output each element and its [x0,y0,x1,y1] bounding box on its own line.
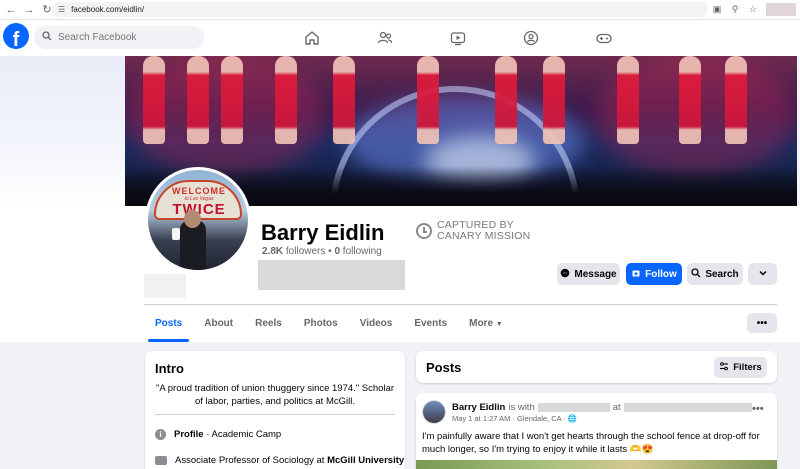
header-divider [144,304,777,305]
tab-events[interactable]: Events [403,312,458,342]
tab-posts[interactable]: Posts [144,312,193,342]
globe-icon: 🌐 [567,414,578,423]
intro-bio: "A proud tradition of union thuggery sin… [155,383,395,407]
profile-name: Barry Eidlin [261,220,385,245]
url-text: facebook.com/eidlin/ [71,5,145,14]
follow-button[interactable]: Follow [626,263,682,285]
gaming-icon[interactable] [590,29,663,47]
home-icon[interactable] [298,29,371,47]
messenger-icon [560,268,570,281]
job-organization[interactable]: McGill University [327,455,404,466]
post-meta: May 1 at 1:27 AM · Glendale, CA · 🌐 [452,414,578,423]
follow-separator: • [328,246,332,257]
follow-counts: 2.8K followers • 0 following [262,246,382,257]
redacted-tag [537,403,610,412]
intro-title: Intro [155,361,184,376]
site-info-icon[interactable]: ☰ [58,5,65,14]
tab-reels[interactable]: Reels [244,312,293,342]
facebook-logo[interactable]: f [3,23,29,49]
watermark-line2: CANARY MISSION [437,230,531,242]
zoom-icon[interactable]: ⚲ [728,2,742,16]
profile-label: Profile [174,429,204,440]
tab-photos[interactable]: Photos [293,312,349,342]
browser-profile-avatar[interactable] [766,2,796,16]
post-author[interactable]: Barry Eidlin [452,402,505,413]
cast-icon[interactable]: ▣ [710,2,724,16]
posts-header-card: Posts Filters [416,351,777,383]
tab-videos[interactable]: Videos [349,312,404,342]
caret-down-icon: ▼ [495,321,503,328]
profile-options-button[interactable] [748,263,777,285]
filters-button[interactable]: Filters [714,357,767,378]
intro-job-row: Associate Professor of Sociology at McGi… [155,455,404,466]
search-input[interactable] [58,32,188,43]
job-title: Associate Professor of Sociology at [175,455,328,466]
following-count[interactable]: 0 [334,246,340,257]
followers-label[interactable]: followers [286,246,325,257]
message-button[interactable]: Message [557,263,620,285]
groups-icon[interactable] [517,29,590,47]
browser-toolbar: ← → ↻ ☰ facebook.com/eidlin/ ▣ ⚲ ☆ [0,0,800,20]
redacted-region-small [144,274,186,298]
watch-icon[interactable] [444,29,517,47]
facebook-top-nav: f [0,20,800,56]
intro-profile-row: i Profile · Academic Camp [155,429,281,440]
bookmark-star-icon[interactable]: ☆ [746,2,760,16]
profile-tabs: Posts About Reels Photos Videos Events M… [144,312,514,342]
search-box[interactable] [34,26,204,49]
profile-picture[interactable]: WELCOME to Las Vegas TWICE [145,167,251,273]
tab-about[interactable]: About [193,312,244,342]
add-friend-icon [631,268,641,281]
left-background [0,56,125,206]
info-icon: i [155,429,166,440]
post-text: I'm painfully aware that I won't get hea… [422,431,760,455]
arrow-left-icon[interactable]: ← [2,1,20,19]
redacted-location [623,403,752,412]
post-header: Barry Eidlin is with at [452,402,752,413]
search-icon [691,267,701,281]
post-author-avatar[interactable] [422,400,446,424]
search-icon [42,31,52,44]
redacted-region [258,260,405,290]
watermark: CAPTURED BY CANARY MISSION [416,220,530,242]
tab-more[interactable]: More ▼ [458,312,514,342]
followers-count[interactable]: 2.8K [262,246,283,257]
arrow-right-icon[interactable]: → [20,1,38,19]
more-options-button[interactable]: ••• [747,313,777,333]
clock-icon [416,223,432,239]
post-options-button[interactable]: ••• [752,403,764,415]
sliders-icon [719,361,729,374]
following-label[interactable]: following [343,246,382,257]
post-image[interactable] [416,460,777,469]
briefcase-icon [155,456,167,465]
chevron-down-icon [758,268,768,281]
friends-icon[interactable] [371,29,444,47]
post-card: Barry Eidlin is with at May 1 at 1:27 AM… [416,393,777,469]
intro-divider [155,414,395,415]
search-profile-button[interactable]: Search [687,263,743,285]
posts-title: Posts [426,360,462,375]
address-bar[interactable]: ☰ facebook.com/eidlin/ [52,2,708,17]
profile-category: Academic Camp [211,429,282,440]
avatar-sign-welcome: WELCOME [172,186,226,196]
intro-card: Intro "A proud tradition of union thugge… [145,351,405,469]
